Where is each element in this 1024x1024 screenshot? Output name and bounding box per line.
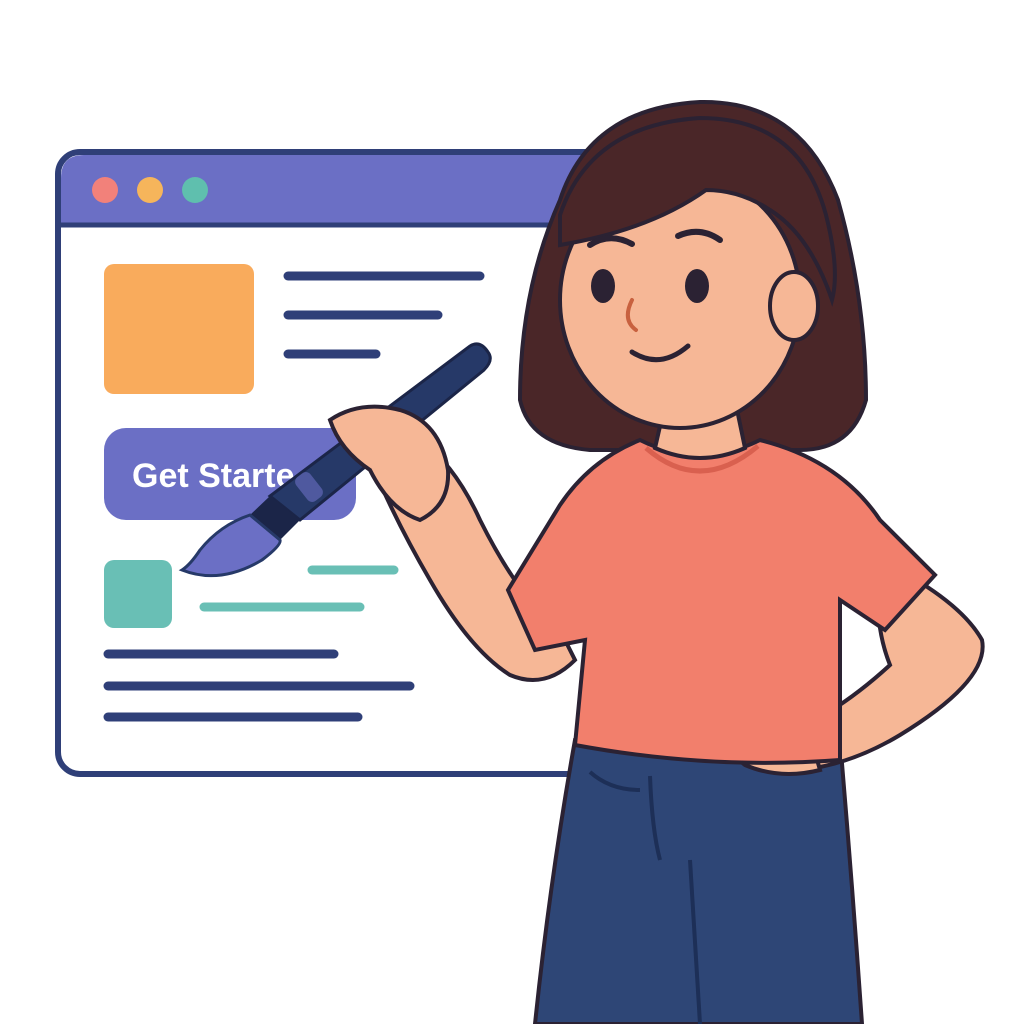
thumbnail-placeholder — [104, 560, 172, 628]
maximize-dot-icon[interactable] — [182, 177, 208, 203]
designer-illustration: Get Starte — [55, 99, 985, 1024]
ear — [768, 270, 820, 342]
close-dot-icon[interactable] — [92, 177, 118, 203]
get-started-button-label[interactable]: Get Starte — [132, 457, 295, 495]
eye-right — [685, 269, 709, 303]
eye-left — [591, 269, 615, 303]
image-placeholder — [104, 264, 254, 394]
minimize-dot-icon[interactable] — [137, 177, 163, 203]
illustration-canvas: Get Starte — [0, 0, 1024, 1024]
